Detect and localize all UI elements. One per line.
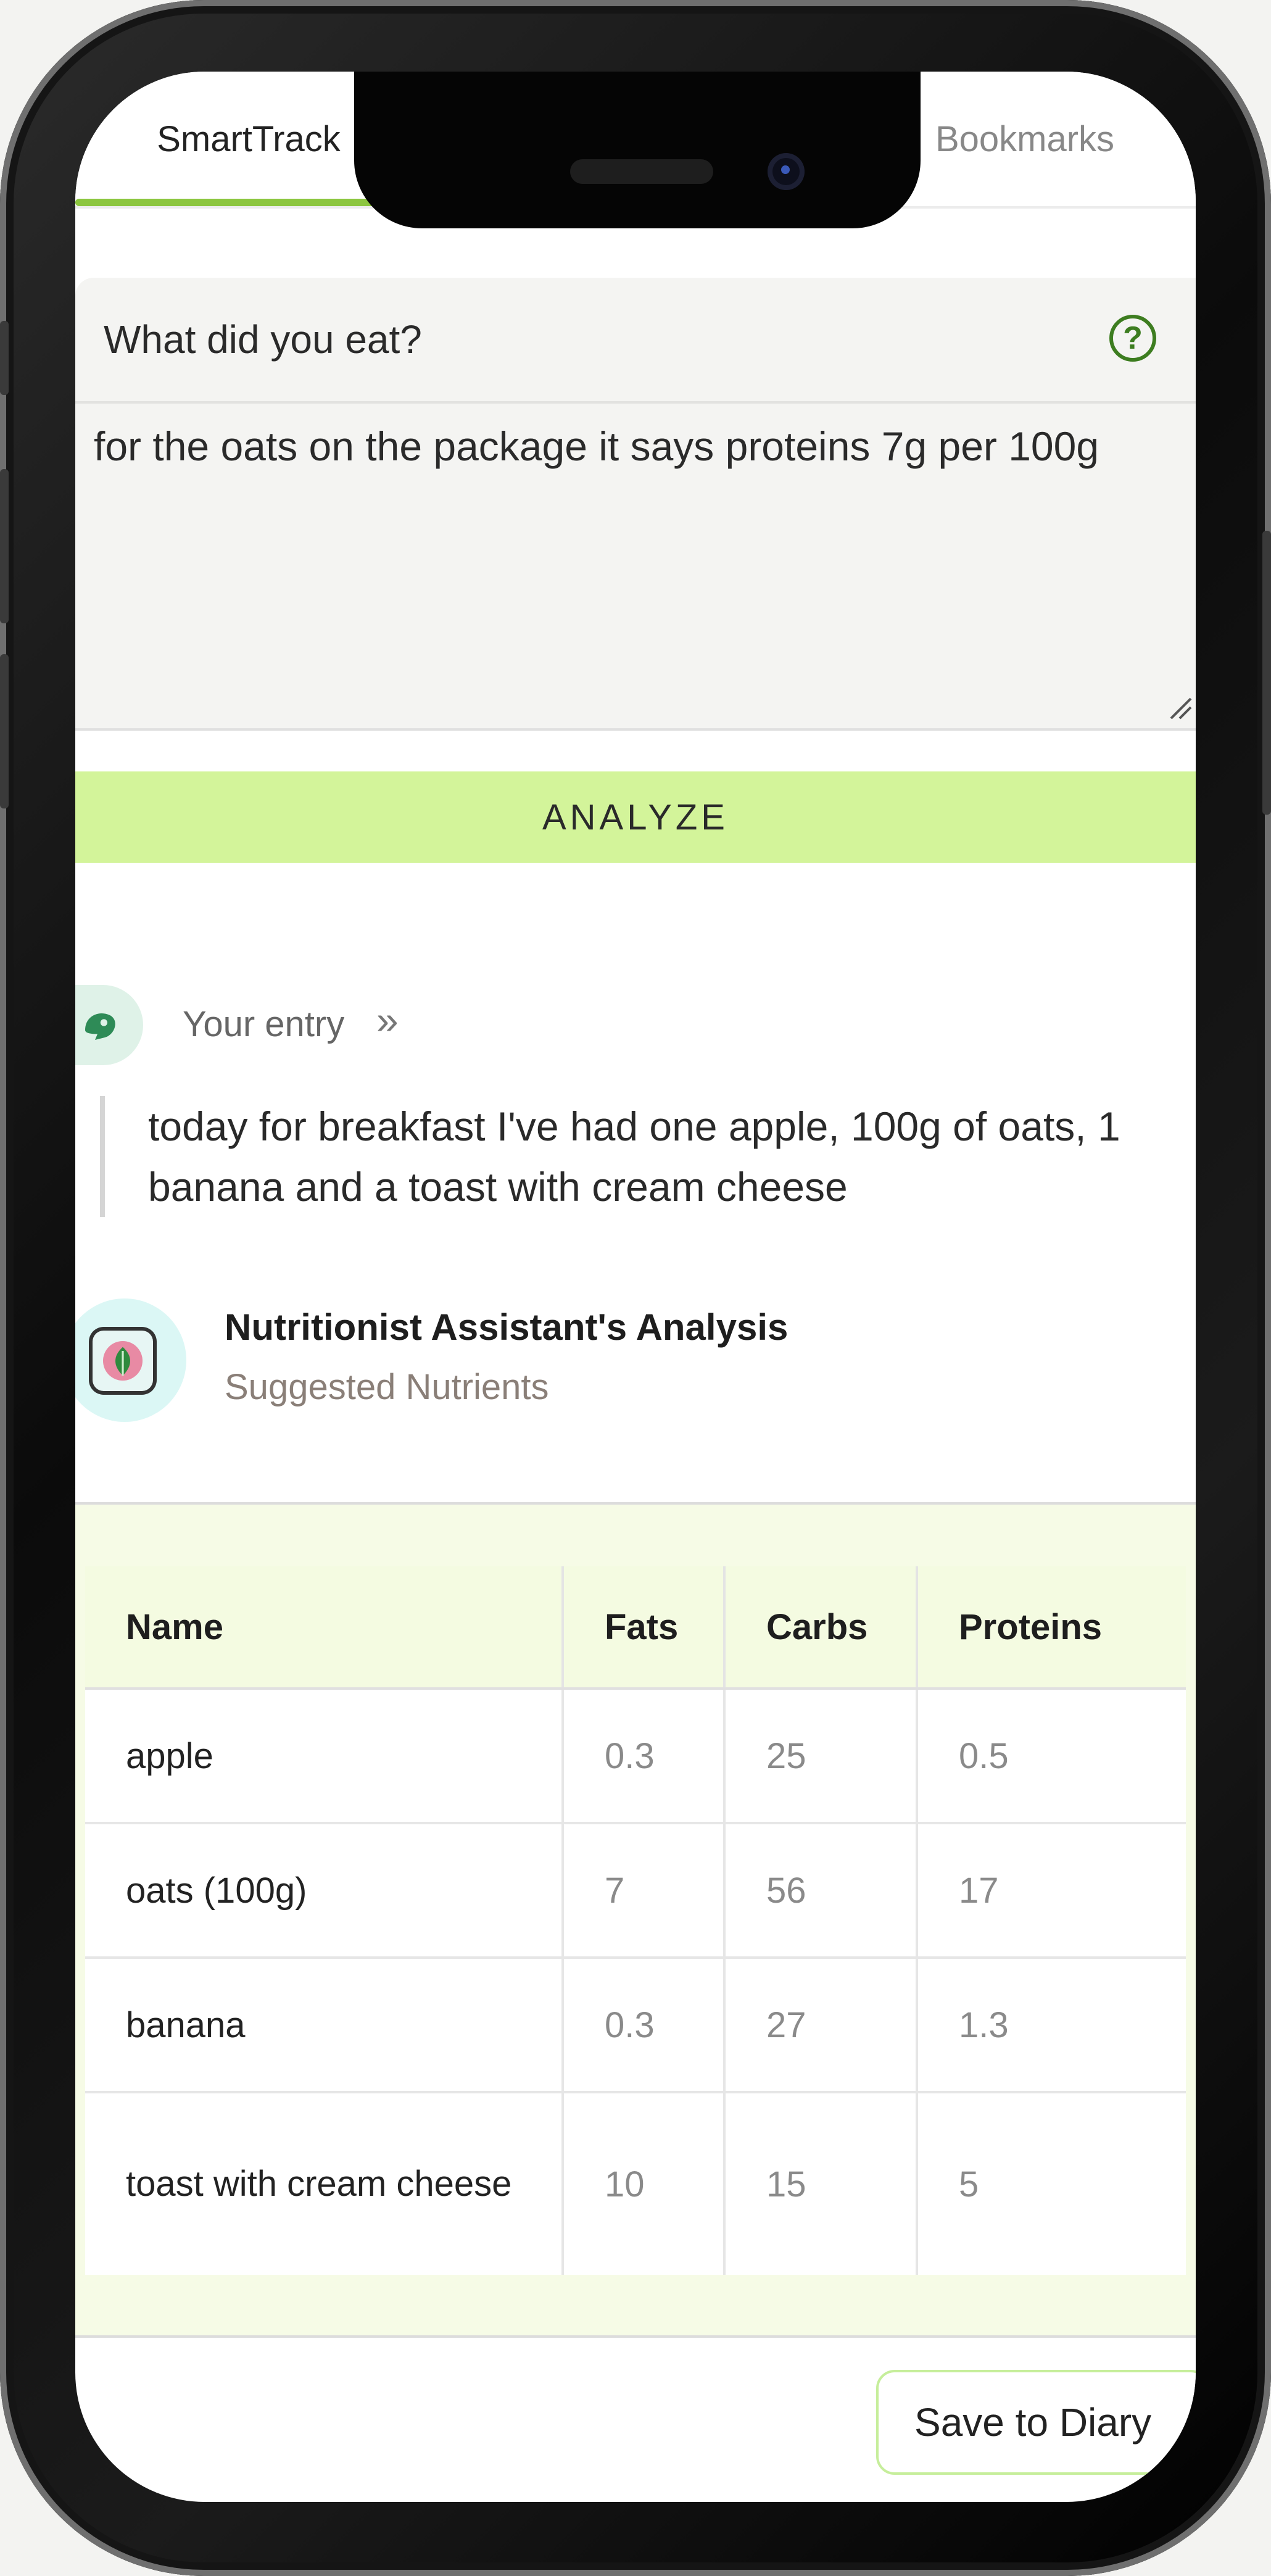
quote-bar	[100, 1096, 105, 1217]
cell-proteins: 0.5	[916, 1689, 1186, 1824]
chevron-right-icon[interactable]: »	[376, 997, 399, 1043]
volume-down-button	[0, 654, 9, 808]
cell-proteins: 17	[916, 1823, 1186, 1959]
cell-carbs: 27	[723, 1958, 917, 2093]
food-input-card: What did you eat? ? for the oats on the …	[75, 278, 1196, 731]
assistant-app-icon	[89, 1327, 157, 1395]
table-row: apple 0.3 25 0.5	[85, 1689, 1186, 1824]
nutrients-table-panel: Name Fats Carbs Proteins apple 0.3 25 0.…	[75, 1502, 1196, 2338]
volume-up-button	[0, 469, 9, 623]
mute-switch	[0, 321, 9, 395]
cell-proteins: 5	[916, 2092, 1186, 2275]
cell-fats: 7	[561, 1823, 724, 1959]
header-fats: Fats	[561, 1566, 724, 1690]
table-header-row: Name Fats Carbs Proteins	[85, 1566, 1186, 1690]
input-header: What did you eat? ?	[75, 278, 1196, 404]
leaf-icon	[103, 1341, 143, 1381]
cell-fats: 10	[561, 2092, 724, 2275]
table-row: banana 0.3 27 1.3	[85, 1958, 1186, 2093]
assistant-title: Nutritionist Assistant's Analysis	[225, 1307, 789, 1348]
save-to-diary-button[interactable]: Save to Diary	[876, 2370, 1196, 2475]
nutrients-table: Name Fats Carbs Proteins apple 0.3 25 0.…	[85, 1566, 1186, 2275]
header-proteins: Proteins	[916, 1566, 1186, 1690]
food-textarea[interactable]: for the oats on the package it says prot…	[94, 416, 1155, 476]
power-button	[1262, 531, 1271, 815]
cell-name: banana	[85, 1958, 563, 2093]
assistant-subtitle: Suggested Nutrients	[225, 1367, 549, 1407]
cell-carbs: 15	[723, 2092, 917, 2275]
front-camera	[768, 153, 805, 190]
header-carbs: Carbs	[723, 1566, 917, 1690]
cell-proteins: 1.3	[916, 1958, 1186, 2093]
table-row: oats (100g) 7 56 17	[85, 1823, 1186, 1959]
table-row: toast with cream cheese 10 15 5	[85, 2092, 1186, 2275]
cell-fats: 0.3	[561, 1958, 724, 2093]
analyze-button[interactable]: ANALYZE	[75, 771, 1196, 863]
leaf-chat-icon	[85, 1013, 115, 1040]
entry-avatar	[75, 985, 143, 1065]
help-icon[interactable]: ?	[1109, 315, 1156, 362]
entry-label: Your entry	[183, 1004, 345, 1044]
speaker	[570, 159, 713, 184]
resize-handle-icon[interactable]	[1167, 695, 1192, 720]
cell-name: apple	[85, 1689, 563, 1824]
cell-name: toast with cream cheese	[85, 2092, 563, 2275]
cell-name: oats (100g)	[85, 1823, 563, 1959]
header-name: Name	[85, 1566, 563, 1690]
cell-fats: 0.3	[561, 1689, 724, 1824]
cell-carbs: 56	[723, 1823, 917, 1959]
phone-frame: SmartTrack Bookmarks What did you eat? ?…	[0, 0, 1271, 2576]
cell-carbs: 25	[723, 1689, 917, 1824]
phone-screen: SmartTrack Bookmarks What did you eat? ?…	[75, 72, 1196, 2502]
input-title: What did you eat?	[104, 317, 422, 362]
entry-text: today for breakfast I've had one apple, …	[148, 1103, 1120, 1210]
notch	[354, 72, 921, 228]
